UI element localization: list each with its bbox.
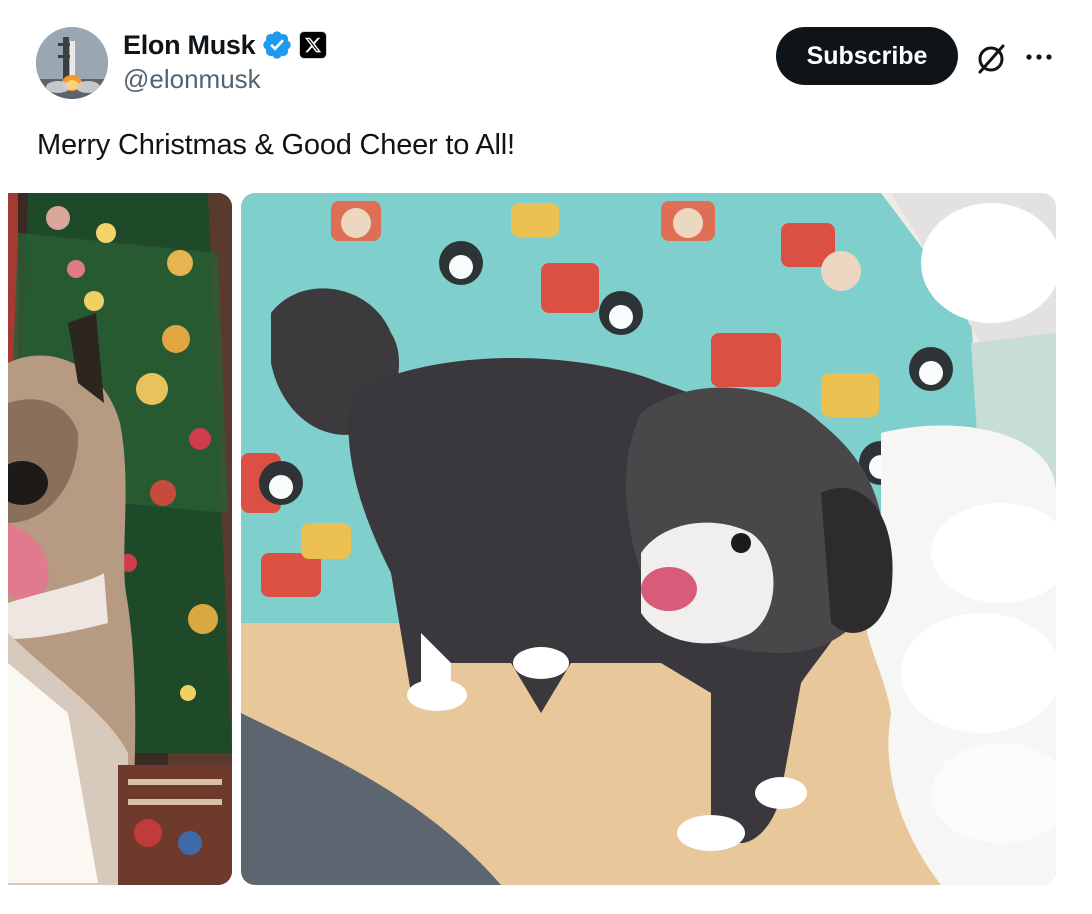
grok-icon[interactable] — [972, 40, 1010, 78]
verified-badge-icon[interactable] — [261, 29, 293, 61]
presents-dog-image — [241, 193, 1056, 885]
x-logo-glyph-icon — [305, 37, 322, 53]
subscribe-button[interactable]: Subscribe — [776, 27, 958, 85]
rocket-launch-avatar-icon — [36, 27, 108, 99]
post-text: Merry Christmas & Good Cheer to All! — [37, 129, 515, 161]
author-display-name[interactable]: Elon Musk — [123, 30, 256, 61]
x-logo-icon[interactable] — [299, 31, 328, 59]
avatar[interactable] — [36, 27, 108, 99]
author-name-row: Elon Musk — [123, 26, 328, 64]
author-handle[interactable]: @elonmusk — [123, 64, 261, 95]
tweet-post: Elon Musk @elonmusk Subscribe Merry Chri… — [0, 0, 1092, 914]
christmas-tree-dog-image — [8, 193, 232, 885]
photo-dog-christmas-tree[interactable] — [8, 193, 232, 885]
photo-dog-presents[interactable] — [241, 193, 1056, 885]
more-options-icon[interactable] — [1022, 40, 1056, 74]
